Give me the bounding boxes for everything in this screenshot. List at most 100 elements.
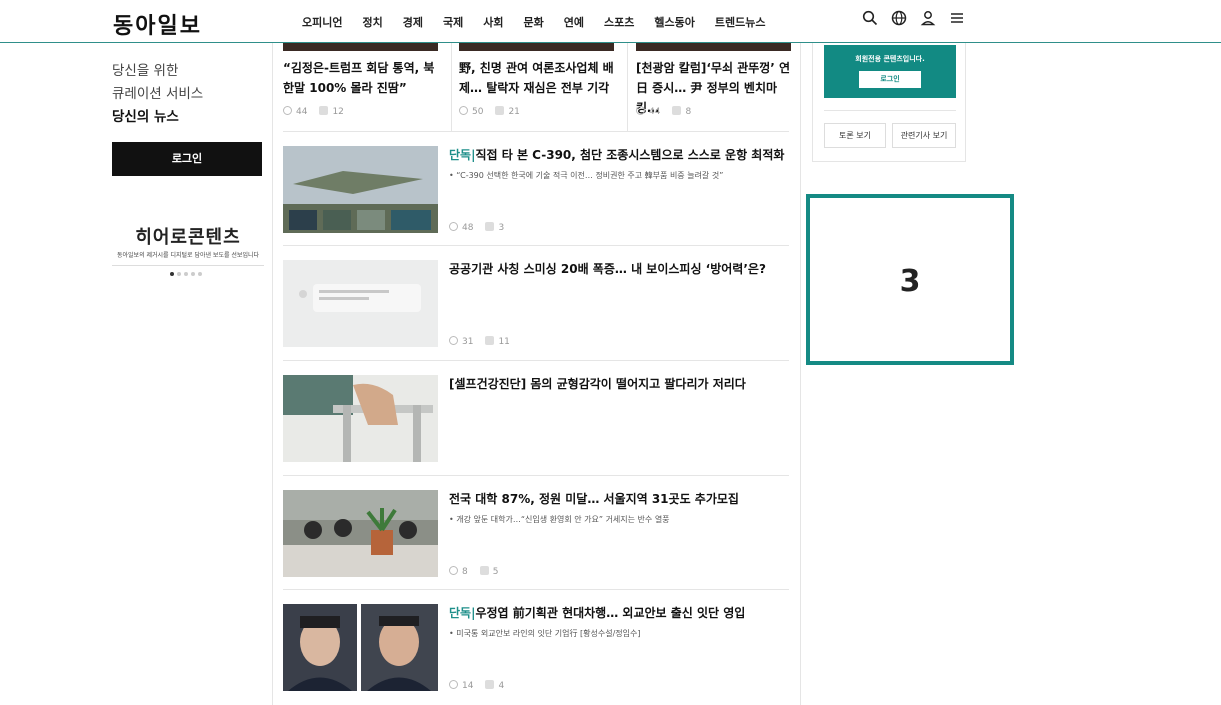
article-thumbnail[interactable]	[459, 43, 614, 51]
views-icon	[449, 680, 458, 689]
carousel-dot[interactable]	[198, 272, 202, 276]
article-title-text[interactable]: 우정엽 前기획관 현대차행… 외교안보 출신 잇단 영입	[475, 606, 745, 620]
globe-icon[interactable]	[891, 10, 907, 28]
comments-icon	[479, 566, 489, 575]
article-subtitle[interactable]: • “C-390 선택한 한국에 기술 적극 이전… 정비권한 주고 韓부품 비…	[449, 170, 723, 181]
article-thumbnail[interactable]	[636, 43, 791, 51]
panel-divider	[824, 110, 956, 111]
hero-content-title[interactable]: 히어로콘텐츠	[118, 223, 258, 249]
views-icon	[449, 566, 458, 575]
article-thumbnail[interactable]	[283, 375, 438, 462]
views-count: 8	[462, 567, 468, 577]
article-subtitle[interactable]: • 개강 앞둔 대학가…“신입생 환영회 안 가요” 거세지는 반수 열풍	[449, 514, 670, 525]
article-title[interactable]: 단독|우정엽 前기획관 현대차행… 외교안보 출신 잇단 영입	[449, 604, 745, 621]
site-logo[interactable]: 동아일보	[113, 8, 202, 40]
comments-count: 8	[685, 107, 692, 117]
hero-content-subtitle: 동아일보의 제거시를 디지털로 담아낸 보도를 선보입니다	[116, 252, 260, 259]
nav-item-culture[interactable]: 문화	[523, 14, 543, 30]
carousel-dot[interactable]	[191, 272, 195, 276]
article-subtitle[interactable]: • 미국통 외교안보 라인의 잇단 기업行 [황성수설/정임수]	[449, 628, 640, 639]
carousel-dot[interactable]	[184, 272, 188, 276]
article-meta: 14 4	[449, 680, 504, 691]
article-meta: 44 12	[283, 106, 344, 117]
comments-icon	[485, 336, 495, 345]
article-thumbnail[interactable]	[283, 146, 438, 233]
nav-item-economy[interactable]: 경제	[403, 14, 423, 30]
article-title-text[interactable]: 직접 타 본 C-390, 첨단 조종시스템으로 스스로 운항 최적화	[475, 148, 784, 162]
related-articles-button[interactable]: 관련기사 보기	[892, 123, 956, 148]
views-icon	[636, 106, 645, 115]
member-login-button[interactable]: 로그인	[859, 71, 921, 88]
article-thumbnail[interactable]	[283, 604, 438, 691]
discussion-button[interactable]: 토론 보기	[824, 123, 886, 148]
nav-item-sports[interactable]: 스포츠	[604, 14, 634, 30]
article-thumbnail[interactable]	[283, 43, 438, 51]
carousel-dot[interactable]	[170, 272, 174, 276]
nav-item-international[interactable]: 국제	[443, 14, 463, 30]
list-item[interactable]: 전국 대학 87%, 정원 미달… 서울지역 31곳도 추가모집 • 개강 앞둔…	[283, 475, 789, 589]
views-icon	[449, 222, 458, 231]
comments-icon	[672, 106, 682, 115]
article-title-text[interactable]: 공공기관 사칭 스미싱 20배 폭증… 내 보이스피싱 ‘방어력’은?	[449, 262, 766, 276]
top-article-row: “김정은-트럼프 회담 통역, 북 한말 100% 몰라 진땀” 44 12 野,…	[283, 43, 793, 131]
article-title[interactable]: 전국 대학 87%, 정원 미달… 서울지역 31곳도 추가모집	[449, 490, 739, 507]
carousel-dots	[170, 272, 202, 276]
member-panel: 회원전용 콘텐츠입니다. 로그인 토론 보기 관련기사 보기	[812, 43, 966, 162]
member-only-banner: 회원전용 콘텐츠입니다. 로그인	[824, 45, 956, 98]
curation-line-1: 당신을 위한	[112, 63, 179, 79]
comments-count: 3	[498, 223, 505, 233]
menu-icon[interactable]	[949, 10, 965, 28]
article-title[interactable]: [셀프건강진단] 몸의 균형감각이 떨어지고 팔다리가 저리다	[449, 375, 746, 392]
comments-icon	[485, 222, 495, 231]
list-item[interactable]: 단독|직접 타 본 C-390, 첨단 조종시스템으로 스스로 운항 최적화 •…	[283, 131, 789, 245]
highlight-number: 3	[899, 264, 921, 299]
article-title[interactable]: 공공기관 사칭 스미싱 20배 폭증… 내 보이스피싱 ‘방어력’은?	[449, 260, 766, 277]
article-meta: 85	[449, 566, 498, 577]
nav-item-entertainment[interactable]: 연예	[564, 14, 584, 30]
list-item[interactable]: 공공기관 사칭 스미싱 20배 폭증… 내 보이스피싱 ‘방어력’은? 31 11	[283, 245, 789, 359]
comments-icon	[319, 106, 329, 115]
article-meta: 44 8	[636, 106, 691, 117]
article-meta: 31 11	[449, 336, 510, 347]
nav-item-society[interactable]: 사회	[483, 14, 503, 30]
views-count: 50	[472, 107, 484, 117]
list-item[interactable]: 단독|우정엽 前기획관 현대차행… 외교안보 출신 잇단 영입 • 미국통 외교…	[283, 589, 789, 703]
article-title[interactable]: 단독|직접 타 본 C-390, 첨단 조종시스템으로 스스로 운항 최적화	[449, 146, 784, 163]
article-title[interactable]: 野, 친명 관여 여론조사업체 배제… 탈락자 재심은 전부 기각	[459, 58, 619, 98]
nav-item-politics[interactable]: 정치	[362, 14, 382, 30]
member-only-text: 회원전용 콘텐츠입니다.	[855, 55, 925, 63]
views-count: 44	[649, 107, 661, 117]
article-title-text[interactable]: 전국 대학 87%, 정원 미달… 서울지역 31곳도 추가모집	[449, 492, 739, 506]
nav-item-trend[interactable]: 트렌드뉴스	[715, 14, 766, 30]
user-icon[interactable]	[920, 10, 936, 28]
article-thumbnail[interactable]	[283, 260, 438, 347]
carousel-dot[interactable]	[177, 272, 181, 276]
top-article[interactable]: 野, 친명 관여 여론조사업체 배제… 탈락자 재심은 전부 기각 50 21	[459, 43, 619, 131]
views-count: 14	[462, 681, 474, 691]
comments-count: 11	[498, 337, 510, 347]
comments-count: 21	[508, 107, 520, 117]
nav-item-health[interactable]: 헬스동아	[654, 14, 694, 30]
curation-line-3: 당신의 뉴스	[112, 109, 179, 125]
top-article[interactable]: [천광암 칼럼]‘무쇠 관뚜껑’ 연日 증시… 尹 정부의 벤치마킹… 44 8	[636, 43, 796, 131]
sidebar-login-button[interactable]: 로그인	[112, 142, 262, 176]
header-icons	[862, 10, 965, 28]
comments-icon	[485, 680, 495, 689]
comments-icon	[495, 106, 505, 115]
hero-divider	[112, 265, 264, 266]
exclusive-tag: 단독|	[449, 606, 476, 620]
article-title-text[interactable]: [셀프건강진단] 몸의 균형감각이 떨어지고 팔다리가 저리다	[449, 377, 746, 391]
article-title[interactable]: “김정은-트럼프 회담 통역, 북 한말 100% 몰라 진땀”	[283, 58, 443, 98]
list-item[interactable]: [셀프건강진단] 몸의 균형감각이 떨어지고 팔다리가 저리다	[283, 360, 789, 474]
search-icon[interactable]	[862, 10, 878, 28]
top-article[interactable]: “김정은-트럼프 회담 통역, 북 한말 100% 몰라 진땀” 44 12	[283, 43, 443, 131]
comments-count: 12	[332, 107, 344, 117]
article-thumbnail[interactable]	[283, 490, 438, 577]
column-divider	[627, 43, 628, 131]
left-sidebar: 당신을 위한 큐레이션 서비스 당신의 뉴스 로그인 히어로콘텐츠 동아일보의 …	[112, 60, 264, 276]
exclusive-tag: 단독|	[449, 148, 476, 162]
site-header: 동아일보 오피니언 정치 경제 국제 사회 문화 연예 스포츠 헬스동아 트렌드…	[0, 0, 1221, 43]
nav-item-opinion[interactable]: 오피니언	[302, 14, 342, 30]
comments-count: 4	[498, 681, 505, 691]
views-count: 44	[296, 107, 308, 117]
